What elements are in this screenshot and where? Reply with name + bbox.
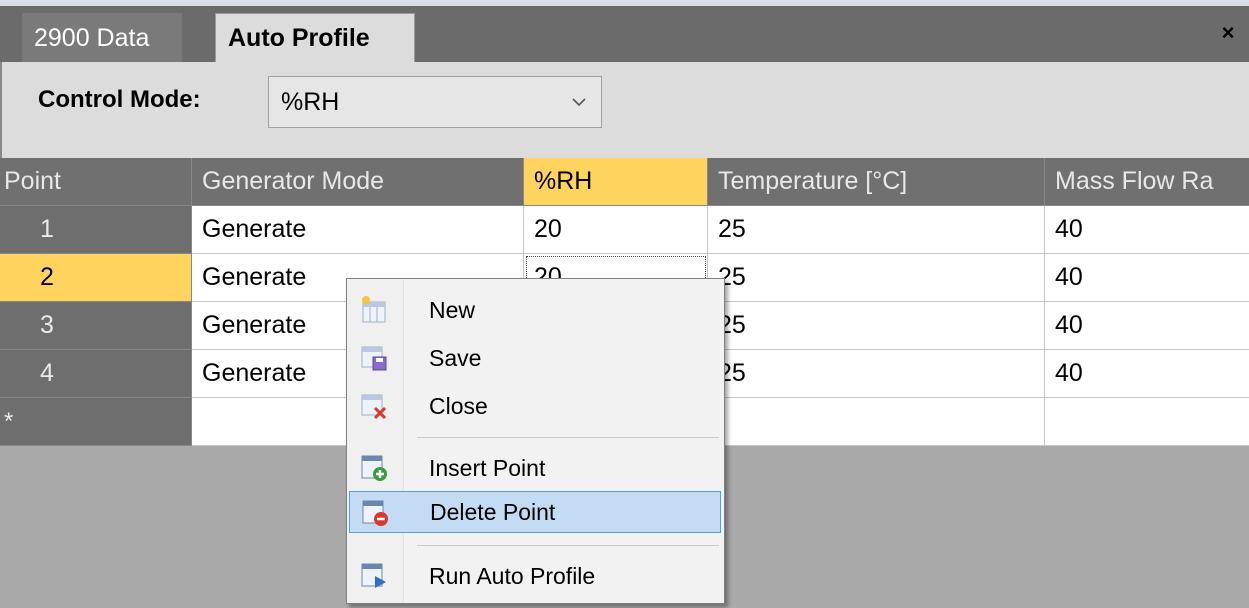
run-auto-profile-icon: [359, 561, 389, 591]
column-header-point[interactable]: Point: [0, 158, 192, 206]
temperature-cell[interactable]: 25: [708, 302, 1045, 350]
menu-item-label: Delete Point: [430, 498, 556, 525]
menu-item-label: New: [429, 296, 476, 323]
close-icon: [359, 391, 389, 421]
menu-separator: [417, 545, 719, 546]
grid-header-row: Point Generator Mode %RH Temperature [°C…: [0, 158, 1249, 206]
mass-flow-cell[interactable]: 40: [1045, 302, 1249, 350]
control-mode-value: %RH: [281, 87, 340, 116]
control-mode-bar: Control Mode: %RH: [0, 62, 1249, 158]
menu-item-label: Close: [429, 392, 488, 419]
table-row[interactable]: 1 Generate 20 25 40: [0, 206, 1249, 254]
mass-flow-cell[interactable]: 40: [1045, 206, 1249, 254]
chevron-down-icon: [571, 87, 587, 117]
column-header-generator-mode[interactable]: Generator Mode: [192, 158, 524, 206]
close-tab-icon[interactable]: ×: [1217, 22, 1239, 44]
rh-cell[interactable]: 20: [524, 206, 708, 254]
menu-item-close[interactable]: Close: [349, 385, 721, 427]
delete-point-icon: [360, 498, 390, 528]
column-header-mass-flow[interactable]: Mass Flow Ra: [1045, 158, 1249, 206]
row-header[interactable]: 3: [0, 302, 192, 350]
menu-separator: [417, 437, 719, 438]
insert-point-icon: [359, 453, 389, 483]
menu-item-label: Run Auto Profile: [429, 562, 596, 589]
temperature-cell[interactable]: 25: [708, 350, 1045, 398]
menu-item-label: Save: [429, 344, 482, 371]
menu-item-save[interactable]: Save: [349, 337, 721, 379]
menu-item-delete-point[interactable]: Delete Point: [349, 491, 721, 533]
tab-strip-border: [0, 0, 1249, 6]
row-header[interactable]: 1: [0, 206, 192, 254]
mass-flow-cell[interactable]: [1045, 398, 1249, 446]
menu-item-new[interactable]: New: [349, 289, 721, 331]
menu-item-run-auto-profile[interactable]: Run Auto Profile: [349, 555, 721, 597]
context-menu: New Save Close Insert Point Delete Point…: [346, 278, 725, 604]
menu-item-label: Insert Point: [429, 454, 546, 481]
tab-strip: 2900 Data Auto Profile ×: [0, 0, 1249, 63]
tab-auto-profile[interactable]: Auto Profile: [215, 13, 415, 63]
column-header-rh[interactable]: %RH: [524, 158, 708, 206]
row-header[interactable]: 4: [0, 350, 192, 398]
new-icon: [359, 295, 389, 325]
menu-item-insert-point[interactable]: Insert Point: [349, 447, 721, 489]
temperature-cell[interactable]: [708, 398, 1045, 446]
column-header-temperature[interactable]: Temperature [°C]: [708, 158, 1045, 206]
app-window: 2900 Data Auto Profile × Control Mode: %…: [0, 0, 1249, 608]
tab-2900-data[interactable]: 2900 Data: [22, 13, 182, 63]
save-icon: [359, 343, 389, 373]
temperature-cell[interactable]: 25: [708, 254, 1045, 302]
row-header-current[interactable]: 2: [0, 254, 192, 302]
mass-flow-cell[interactable]: 40: [1045, 350, 1249, 398]
control-mode-label: Control Mode:: [38, 86, 201, 113]
temperature-cell[interactable]: 25: [708, 206, 1045, 254]
generator-mode-cell[interactable]: Generate: [192, 206, 524, 254]
new-row-marker[interactable]: *: [0, 398, 192, 446]
mass-flow-cell[interactable]: 40: [1045, 254, 1249, 302]
control-mode-select[interactable]: %RH: [268, 76, 602, 128]
